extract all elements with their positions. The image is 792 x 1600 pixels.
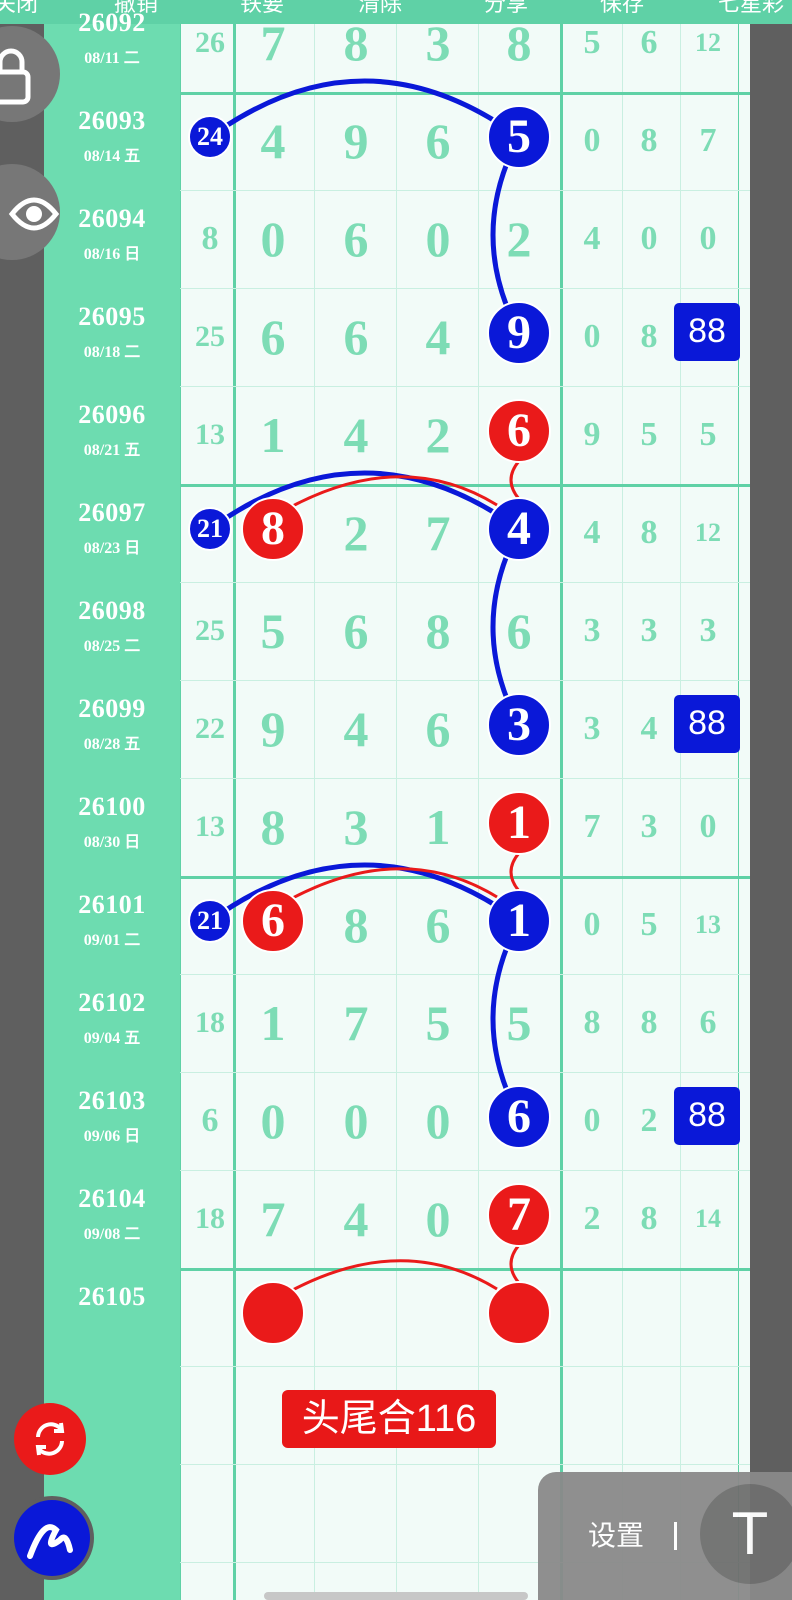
- eye-icon: [8, 197, 60, 231]
- tag-88[interactable]: 88: [674, 303, 740, 361]
- blue-ball[interactable]: 4: [487, 497, 551, 561]
- red-ball[interactable]: 1: [487, 791, 551, 855]
- blue-ball[interactable]: 6: [487, 1085, 551, 1149]
- blue-ball[interactable]: 5: [487, 105, 551, 169]
- home-indicator: [264, 1592, 528, 1600]
- lock-icon: [0, 48, 31, 105]
- tag-88[interactable]: 88: [674, 1087, 740, 1145]
- red-link: [509, 460, 521, 500]
- panel-divider: [674, 1522, 677, 1550]
- tool-panel: 设置 T: [538, 1472, 792, 1600]
- refresh-button[interactable]: [14, 1403, 86, 1475]
- connector-lines: [208, 78, 522, 1303]
- blue-ball[interactable]: 24: [188, 115, 232, 159]
- blue-ball[interactable]: 9: [487, 301, 551, 365]
- red-ball[interactable]: [487, 1281, 551, 1345]
- red-arc: [272, 1259, 498, 1303]
- tag-88[interactable]: 88: [674, 695, 740, 753]
- pen-button[interactable]: [10, 1496, 94, 1580]
- red-ball[interactable]: 7: [487, 1183, 551, 1247]
- blue-ball[interactable]: 3: [487, 693, 551, 757]
- pen-icon: [27, 1524, 73, 1559]
- blue-arc: [208, 78, 521, 140]
- text-tool-button[interactable]: T: [700, 1484, 792, 1584]
- refresh-icon: [35, 1422, 65, 1456]
- red-ball[interactable]: 6: [241, 889, 305, 953]
- settings-label[interactable]: 设置: [588, 1514, 644, 1554]
- blue-ball[interactable]: 21: [188, 899, 232, 943]
- result-label: 头尾合116: [282, 1390, 496, 1448]
- blue-ball[interactable]: 1: [487, 889, 551, 953]
- red-ball[interactable]: [241, 1281, 305, 1345]
- lock-button[interactable]: [0, 26, 60, 122]
- red-link: [509, 1244, 521, 1284]
- blue-ball[interactable]: 21: [188, 507, 232, 551]
- red-ball[interactable]: 6: [487, 399, 551, 463]
- red-ball[interactable]: 8: [241, 497, 305, 561]
- red-link: [509, 852, 521, 892]
- eye-button[interactable]: [0, 164, 60, 260]
